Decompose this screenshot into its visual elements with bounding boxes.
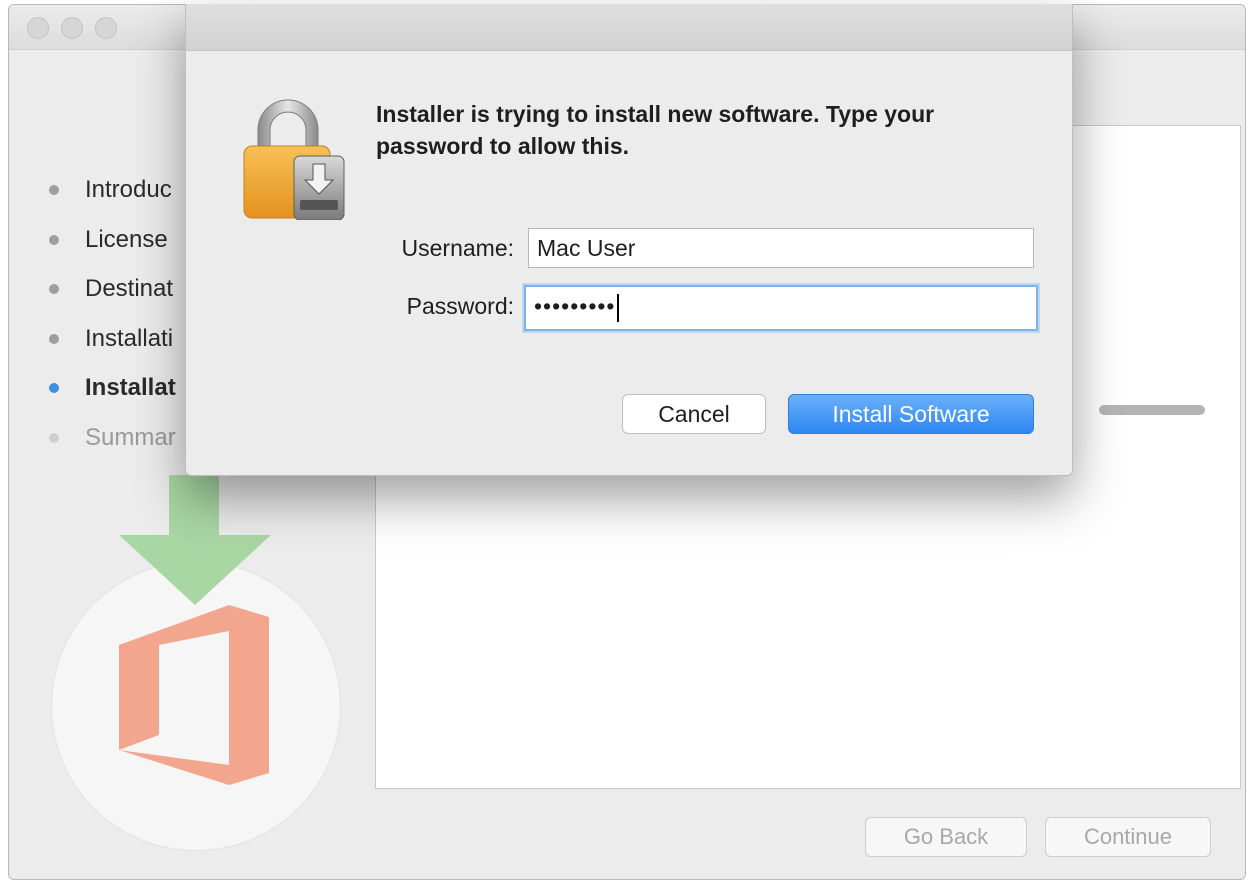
text-caret <box>617 293 620 322</box>
step-label: Introduc <box>85 176 172 203</box>
step-label: Summar <box>85 424 176 451</box>
install-progress-bar <box>1099 405 1205 415</box>
dialog-header <box>186 4 1072 51</box>
username-value: Mac User <box>537 235 636 261</box>
password-value: ••••••••• <box>534 293 616 319</box>
continue-button[interactable]: Continue <box>1045 817 1211 857</box>
step-label: Installat <box>85 374 176 401</box>
zoom-window-button[interactable] <box>95 17 117 39</box>
auth-dialog: Installer is trying to install new softw… <box>185 4 1073 476</box>
step-bullet <box>49 433 59 443</box>
minimize-window-button[interactable] <box>61 17 83 39</box>
step-label: License <box>85 226 168 253</box>
password-label: Password: <box>406 293 514 319</box>
username-field[interactable]: Mac User <box>528 228 1034 268</box>
install-software-button[interactable]: Install Software <box>788 394 1034 434</box>
username-label: Username: <box>401 235 514 261</box>
step-label: Installati <box>85 325 174 352</box>
step-installation-active: Installat <box>49 373 176 403</box>
go-back-button[interactable]: Go Back <box>865 817 1027 857</box>
step-bullet <box>49 383 59 393</box>
step-installation-type: Installati <box>49 324 173 354</box>
step-bullet <box>49 235 59 245</box>
step-summary: Summar <box>49 423 176 453</box>
step-label: Destinat <box>85 275 174 302</box>
cancel-button[interactable]: Cancel <box>622 394 766 434</box>
lock-icon <box>243 99 345 220</box>
step-bullet <box>49 284 59 294</box>
step-bullet <box>49 334 59 344</box>
dialog-message: Installer is trying to install new softw… <box>376 101 935 159</box>
password-field[interactable]: ••••••••• <box>524 285 1038 331</box>
office-logo-icon <box>119 605 269 785</box>
close-window-button[interactable] <box>27 17 49 39</box>
download-arrow-icon <box>119 475 271 605</box>
step-license: License <box>49 225 168 255</box>
step-introduction: Introduc <box>49 175 172 205</box>
step-destination: Destinat <box>49 274 173 304</box>
step-bullet <box>49 185 59 195</box>
